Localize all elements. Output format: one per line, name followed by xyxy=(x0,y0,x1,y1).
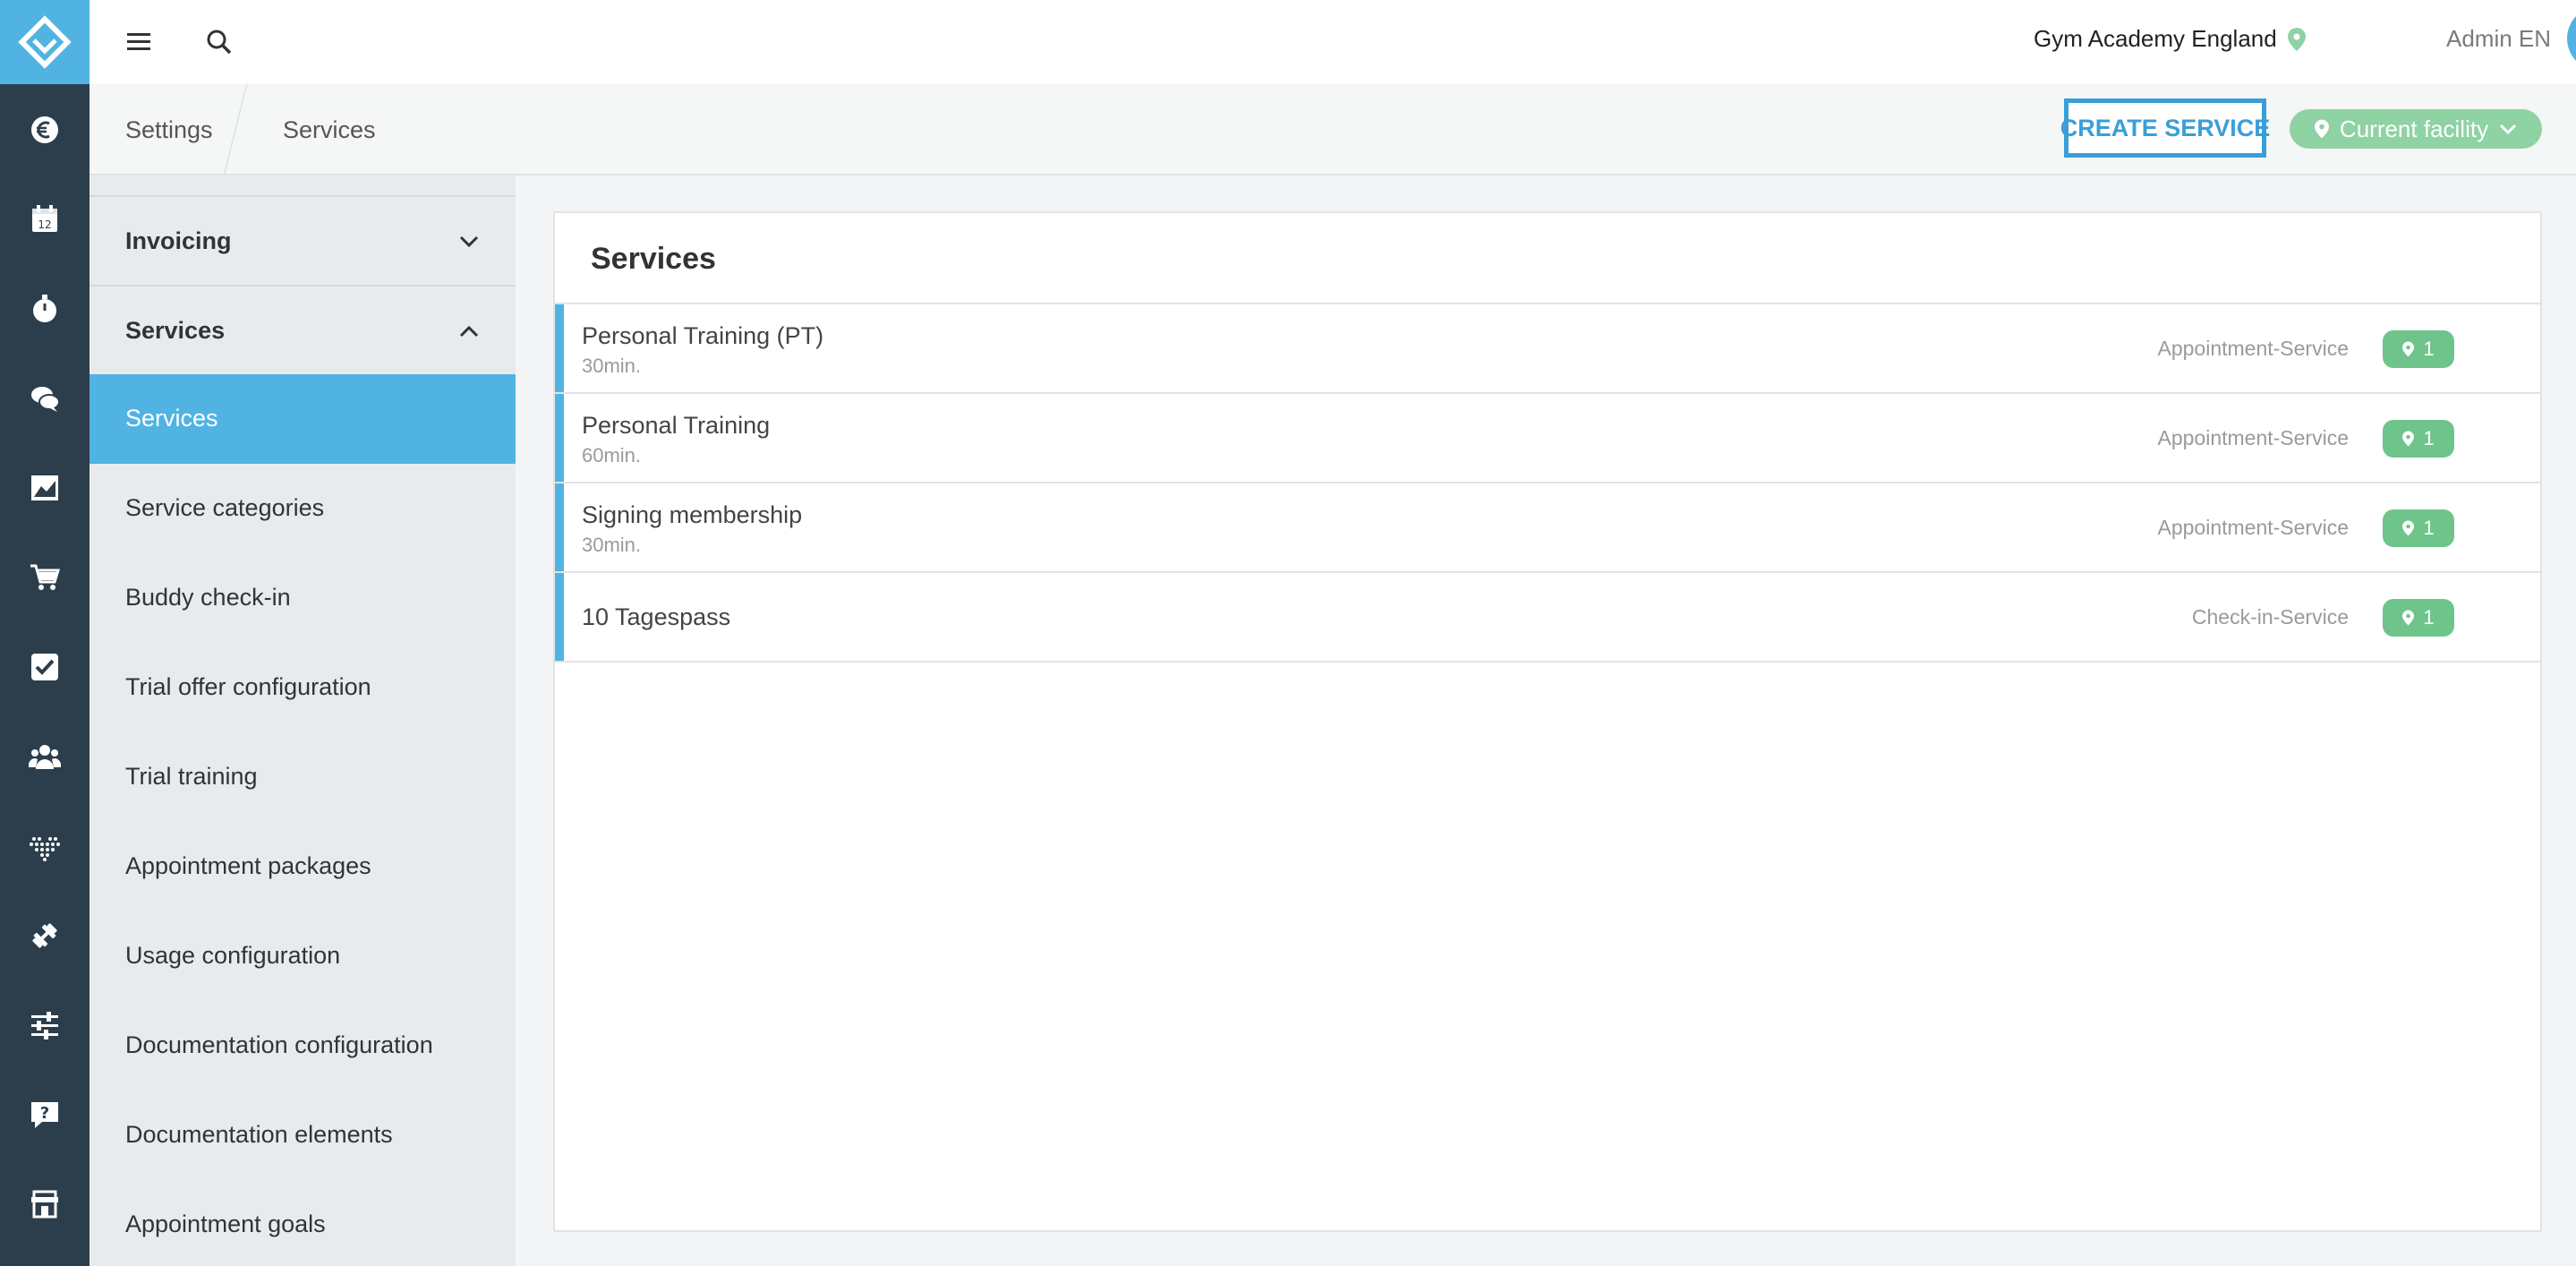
euro-icon[interactable] xyxy=(0,103,90,157)
service-duration: 30min. xyxy=(582,534,642,556)
sidebar-item-usage-configuration[interactable]: Usage configuration xyxy=(90,911,516,1001)
chart-icon[interactable] xyxy=(0,461,90,515)
facility-count: 1 xyxy=(2423,517,2435,539)
sidebar-item-label: Service categories xyxy=(125,494,325,521)
location-pin-icon xyxy=(2402,520,2415,536)
sidebar-item-trial-offer-configuration[interactable]: Trial offer configuration xyxy=(90,643,516,732)
sidebar-item-trial-training[interactable]: Trial training xyxy=(90,732,516,822)
calendar-icon[interactable]: 12 xyxy=(0,192,90,246)
search-button[interactable] xyxy=(197,20,242,64)
facility-count: 1 xyxy=(2423,606,2435,629)
create-service-button[interactable]: CREATE SERVICE xyxy=(2060,98,2270,158)
row-accent-bar xyxy=(555,304,564,392)
service-type: Appointment-Service xyxy=(2157,516,2350,539)
service-type: Check-in-Service xyxy=(2191,605,2349,629)
sidebar-item-label: Services xyxy=(125,405,218,432)
service-name: Signing membership xyxy=(582,501,803,528)
sidebar-item-appointment-goals[interactable]: Appointment goals xyxy=(90,1180,516,1266)
sidebar-item-label: Documentation configuration xyxy=(125,1031,433,1058)
user-name[interactable]: Admin EN xyxy=(2446,25,2551,53)
breadcrumb-settings[interactable]: Settings xyxy=(125,116,213,144)
service-name: Personal Training xyxy=(582,412,771,439)
service-name: 10 Tagespass xyxy=(582,603,731,630)
location-pin-icon xyxy=(2402,431,2415,447)
list-item[interactable]: 10 Tagespass Check-in-Service 1 xyxy=(555,573,2540,663)
stopwatch-icon[interactable] xyxy=(0,282,90,336)
location-pin-icon xyxy=(2402,341,2415,357)
sidebar-group-services[interactable]: Services xyxy=(90,287,516,376)
top-bar: Gym Academy England Admin EN AE xyxy=(90,0,2576,84)
facility-name: Gym Academy England xyxy=(2034,25,2277,52)
location-pin-icon xyxy=(2314,119,2329,139)
settings-sidebar: Invoicing Services Services Service cate… xyxy=(90,175,516,1266)
sidebar-item-appointment-packages[interactable]: Appointment packages xyxy=(90,822,516,911)
search-icon xyxy=(207,30,232,55)
chat-icon[interactable] xyxy=(0,372,90,425)
row-accent-bar xyxy=(555,394,564,482)
facility-count-badge: 1 xyxy=(2383,509,2454,547)
breadcrumb-separator xyxy=(223,84,248,175)
facility-count: 1 xyxy=(2423,427,2435,449)
list-item[interactable]: Personal Training 60min. Appointment-Ser… xyxy=(555,394,2540,483)
breadcrumb-services: Services xyxy=(283,116,376,143)
hamburger-icon xyxy=(127,33,150,50)
app-logo[interactable] xyxy=(0,0,90,84)
avatar[interactable]: AE xyxy=(2567,6,2576,71)
chevron-down-icon xyxy=(459,235,479,248)
location-pin-icon xyxy=(2402,610,2415,626)
facility-count-badge: 1 xyxy=(2383,420,2454,458)
services-panel: Services Personal Training (PT) 30min. A… xyxy=(553,211,2542,1232)
service-type: Appointment-Service xyxy=(2157,426,2350,449)
sidebar-item-label: Trial training xyxy=(125,763,258,790)
service-name: Personal Training (PT) xyxy=(582,322,824,349)
sidebar-item-buddy-check-in[interactable]: Buddy check-in xyxy=(90,553,516,643)
sidebar-group-invoicing[interactable]: Invoicing xyxy=(90,197,516,287)
menu-toggle-button[interactable] xyxy=(116,20,161,64)
sidebar-item-label: Appointment packages xyxy=(125,852,371,879)
dumbbell-icon[interactable] xyxy=(0,909,90,962)
service-duration: 30min. xyxy=(582,355,642,377)
sidebar-group-label: Invoicing xyxy=(125,227,232,254)
sidebar-item-documentation-configuration[interactable]: Documentation configuration xyxy=(90,1001,516,1091)
row-accent-bar xyxy=(555,483,564,571)
facility-count: 1 xyxy=(2423,338,2435,360)
cart-icon[interactable] xyxy=(0,551,90,604)
sidebar-item-label: Usage configuration xyxy=(125,942,341,969)
sidebar-group-label: Services xyxy=(125,317,226,344)
sidebar-item-documentation-elements[interactable]: Documentation elements xyxy=(90,1091,516,1180)
sub-header: Settings Services CREATE SERVICE Current… xyxy=(90,84,2576,175)
facility-indicator[interactable]: Gym Academy England xyxy=(2034,25,2306,53)
checkbox-icon[interactable] xyxy=(0,640,90,694)
location-pin-icon xyxy=(2287,27,2306,51)
shop-icon[interactable] xyxy=(0,1177,90,1231)
sidebar-item-service-categories[interactable]: Service categories xyxy=(90,464,516,553)
svg-text:12: 12 xyxy=(38,218,51,231)
sidebar-item-label: Trial offer configuration xyxy=(125,673,371,700)
service-type: Appointment-Service xyxy=(2157,337,2350,360)
page-title: Services xyxy=(591,242,716,276)
sidebar-item-services[interactable]: Services xyxy=(90,374,516,464)
logo-icon xyxy=(18,15,72,69)
heartbeat-icon[interactable] xyxy=(0,819,90,873)
current-facility-label: Current facility xyxy=(2339,115,2489,142)
chevron-down-icon xyxy=(2500,124,2517,135)
sidebar-item-label: Buddy check-in xyxy=(125,584,291,611)
facility-count-badge: 1 xyxy=(2383,330,2454,368)
row-accent-bar xyxy=(555,573,564,661)
service-duration: 60min. xyxy=(582,444,642,466)
svg-text:?: ? xyxy=(40,1104,49,1123)
list-item[interactable]: Signing membership 30min. Appointment-Se… xyxy=(555,483,2540,573)
chevron-up-icon xyxy=(459,325,479,338)
facility-count-badge: 1 xyxy=(2383,599,2454,637)
current-facility-select[interactable]: Current facility xyxy=(2290,109,2542,149)
sidebar-item-label: Appointment goals xyxy=(125,1210,326,1237)
sidebar-item-label: Documentation elements xyxy=(125,1121,393,1148)
sliders-icon[interactable] xyxy=(0,998,90,1052)
list-item[interactable]: Personal Training (PT) 30min. Appointmen… xyxy=(555,304,2540,394)
users-icon[interactable] xyxy=(0,730,90,783)
main-nav-rail: 12 ? xyxy=(0,0,90,1266)
help-icon[interactable]: ? xyxy=(0,1088,90,1142)
